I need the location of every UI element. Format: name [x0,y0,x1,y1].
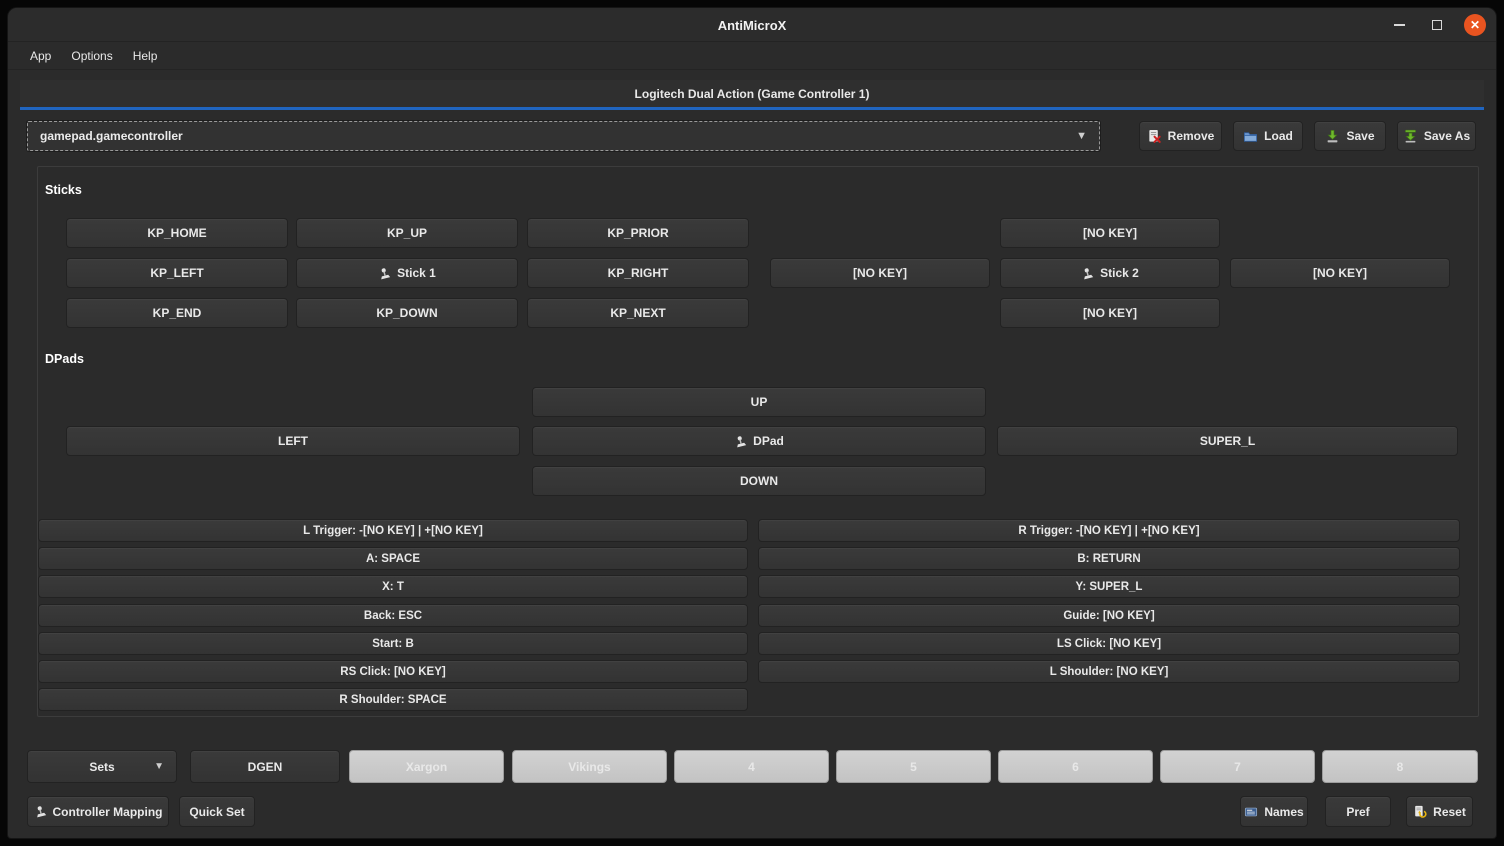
set-tab-5[interactable]: 5 [836,750,991,783]
joystick-icon [34,805,47,818]
set-tab-1[interactable]: DGEN [190,750,340,783]
reset-icon [1413,805,1427,819]
set-tab-3[interactable]: Vikings [512,750,667,783]
menu-app[interactable]: App [20,45,61,67]
back-button[interactable]: Back: ESC [38,604,748,627]
sets-selector-button[interactable]: Sets ▼ [27,750,177,783]
tab-controller-label: Logitech Dual Action (Game Controller 1) [635,87,870,101]
stick1-up-left-button[interactable]: KP_HOME [66,218,288,248]
joystick-icon [734,435,747,448]
menubar: App Options Help [8,43,1496,70]
remove-button[interactable]: Remove [1139,121,1222,151]
rs-click-button[interactable]: RS Click: [NO KEY] [38,660,748,683]
set-tab-2[interactable]: Xargon [349,750,504,783]
joystick-icon [1081,267,1094,280]
x-button[interactable]: X: T [38,575,748,598]
names-button-label: Names [1264,805,1303,819]
save-as-icon [1403,129,1418,144]
dpad-up-button[interactable]: UP [532,387,986,417]
maximize-icon [1432,20,1442,30]
stick2-right-button[interactable]: [NO KEY] [1230,258,1450,288]
maximize-button[interactable] [1426,14,1448,36]
reset-button[interactable]: Reset [1406,796,1473,827]
controller-mapping-button[interactable]: Controller Mapping [27,796,169,827]
stick1-left-button[interactable]: KP_LEFT [66,258,288,288]
stick1-up-button[interactable]: KP_UP [296,218,518,248]
b-button[interactable]: B: RETURN [758,547,1460,570]
dpad-center-button[interactable]: DPad [532,426,986,456]
menu-help[interactable]: Help [123,45,168,67]
save-button[interactable]: Save [1314,121,1386,151]
names-button[interactable]: Names [1240,796,1308,827]
a-button[interactable]: A: SPACE [38,547,748,570]
window-controls: ✕ [1388,8,1486,42]
y-button[interactable]: Y: SUPER_L [758,575,1460,598]
tab-controller[interactable]: Logitech Dual Action (Game Controller 1) [20,80,1484,110]
pref-button[interactable]: Pref [1325,796,1391,827]
set-tab-8[interactable]: 8 [1322,750,1478,783]
sets-selector-label: Sets [89,760,114,774]
ls-click-button[interactable]: LS Click: [NO KEY] [758,632,1460,655]
save-as-button[interactable]: Save As [1397,121,1476,151]
l-trigger-button[interactable]: L Trigger: -[NO KEY] | +[NO KEY] [38,519,748,542]
save-as-button-label: Save As [1424,129,1470,143]
stick1-up-right-button[interactable]: KP_PRIOR [527,218,749,248]
load-folder-icon [1243,129,1258,144]
guide-button[interactable]: Guide: [NO KEY] [758,604,1460,627]
dpad-center-label: DPad [753,434,784,448]
dpads-section-label: DPads [45,352,84,366]
profile-combobox[interactable]: gamepad.gamecontroller ▼ [27,121,1100,151]
chevron-down-icon: ▼ [1076,130,1087,142]
stick1-down-right-button[interactable]: KP_NEXT [527,298,749,328]
controller-mapping-label: Controller Mapping [53,805,163,819]
dpad-down-button[interactable]: DOWN [532,466,986,496]
names-icon [1244,805,1258,819]
stick1-right-button[interactable]: KP_RIGHT [527,258,749,288]
app-window: AntiMicroX ✕ App Options Help Logitech D… [8,8,1496,838]
set-tab-7[interactable]: 7 [1160,750,1315,783]
load-button[interactable]: Load [1233,121,1303,151]
stick2-down-button[interactable]: [NO KEY] [1000,298,1220,328]
titlebar[interactable]: AntiMicroX ✕ [8,8,1496,42]
minimize-icon [1394,24,1405,26]
remove-icon [1147,129,1162,144]
set-tab-4[interactable]: 4 [674,750,829,783]
window-title: AntiMicroX [8,8,1496,42]
remove-button-label: Remove [1168,129,1215,143]
save-icon [1325,129,1340,144]
stick2-center-button[interactable]: Stick 2 [1000,258,1220,288]
dpad-right-button[interactable]: SUPER_L [997,426,1458,456]
l-shoulder-button[interactable]: L Shoulder: [NO KEY] [758,660,1460,683]
stick2-left-button[interactable]: [NO KEY] [770,258,990,288]
load-button-label: Load [1264,129,1293,143]
stick1-center-label: Stick 1 [397,266,436,280]
quick-set-button[interactable]: Quick Set [179,796,255,827]
close-button[interactable]: ✕ [1464,14,1486,36]
set-tab-6[interactable]: 6 [998,750,1153,783]
sticks-section-label: Sticks [45,183,82,197]
stick1-down-button[interactable]: KP_DOWN [296,298,518,328]
save-button-label: Save [1346,129,1374,143]
reset-button-label: Reset [1433,805,1466,819]
chevron-down-icon: ▼ [154,761,164,772]
close-icon: ✕ [1470,19,1480,31]
start-button[interactable]: Start: B [38,632,748,655]
stick1-center-button[interactable]: Stick 1 [296,258,518,288]
minimize-button[interactable] [1388,14,1410,36]
stick2-center-label: Stick 2 [1100,266,1139,280]
profile-combobox-value: gamepad.gamecontroller [40,129,1076,143]
joystick-icon [378,267,391,280]
dpad-left-button[interactable]: LEFT [66,426,520,456]
r-shoulder-button[interactable]: R Shoulder: SPACE [38,688,748,711]
r-trigger-button[interactable]: R Trigger: -[NO KEY] | +[NO KEY] [758,519,1460,542]
stick2-up-button[interactable]: [NO KEY] [1000,218,1220,248]
menu-options[interactable]: Options [61,45,122,67]
stick1-down-left-button[interactable]: KP_END [66,298,288,328]
